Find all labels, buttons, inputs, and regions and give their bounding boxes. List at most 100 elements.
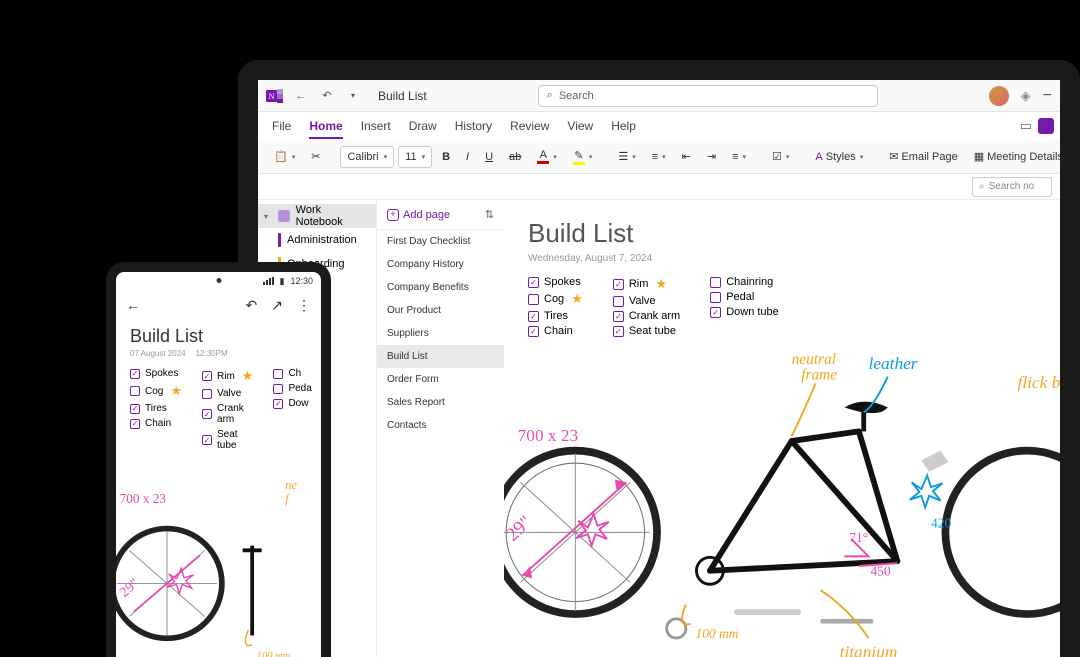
outdent-button[interactable]: ⇤ [676,145,697,169]
checkbox-icon[interactable]: ✓ [130,419,140,429]
tags-button[interactable]: ☑▾ [766,145,795,169]
checklist-item[interactable]: ✓Dow [273,398,311,409]
paste-button[interactable]: 📋▾ [268,145,301,169]
checklist-item[interactable]: Cog★ [130,383,182,399]
svg-text:N: N [269,92,275,101]
page-item[interactable]: Build List [377,345,504,368]
checkbox-icon[interactable]: ✓ [202,435,212,445]
tab-history[interactable]: History [455,119,492,133]
checklist-item[interactable]: Peda [273,383,311,394]
strikethrough-button[interactable]: ab [503,145,527,169]
align-button[interactable]: ≡▾ [726,145,752,169]
checkbox-icon[interactable] [273,384,283,394]
checkbox-icon[interactable]: ✓ [130,369,140,379]
checklist-item[interactable]: ✓Rim★ [202,368,253,384]
customize-qat[interactable]: ▾ [344,87,362,105]
search-bar[interactable]: ⌕ Search [538,85,878,107]
checklist-item[interactable]: Cog★ [528,291,583,307]
checklist-item[interactable]: ✓Tires [130,403,182,414]
format-painter-button[interactable]: ✂ [305,145,326,169]
ribbon-mode-button[interactable] [1038,118,1054,134]
tab-insert[interactable]: Insert [361,119,391,133]
checkbox-icon[interactable] [710,277,721,288]
more-button[interactable]: ⋮ [297,297,311,314]
checkbox-icon[interactable] [528,294,539,305]
styles-button[interactable]: AStyles▾ [809,145,869,169]
checklist-item[interactable]: Valve [613,295,680,307]
page-item[interactable]: Suppliers [377,322,504,345]
checkbox-icon[interactable] [202,389,212,399]
user-avatar[interactable] [989,86,1009,106]
premium-icon[interactable]: ◈ [1017,87,1035,105]
share-icon[interactable]: ▭ [1020,118,1032,134]
checklist-item[interactable]: ✓Tires [528,310,583,322]
checklist-item[interactable]: ✓Crank arm [613,310,680,322]
checkbox-icon[interactable]: ✓ [613,311,624,322]
bold-button[interactable]: B [436,145,456,169]
phone-note-title[interactable]: Build List [116,320,321,347]
minimize-button[interactable]: − [1043,87,1052,105]
italic-button[interactable]: I [460,145,475,169]
checklist-item[interactable]: Chainring [710,276,779,288]
page-item[interactable]: First Day Checklist [377,230,504,253]
font-size-select[interactable]: 11▾ [398,146,432,168]
highlight-button[interactable]: ✎▾ [567,145,599,169]
checklist-item[interactable]: ✓Rim★ [613,276,680,292]
checkbox-icon[interactable]: ✓ [202,371,212,381]
checklist-item[interactable]: ✓Chain [130,418,182,429]
note-canvas[interactable]: Build List Wednesday, August 7, 2024 ✓Sp… [504,200,1060,657]
font-family-select[interactable]: Calibri▾ [340,146,394,168]
back-button[interactable]: ← [292,87,310,105]
checkbox-icon[interactable] [273,369,283,379]
numbering-button[interactable]: ≡▾ [646,145,672,169]
undo-button[interactable]: ↶ [246,297,258,314]
sort-pages-button[interactable]: ⇅ [485,208,494,221]
checklist-item[interactable]: Valve [202,388,253,399]
tab-view[interactable]: View [567,119,593,133]
undo-button[interactable]: ↶ [318,87,336,105]
tab-draw[interactable]: Draw [409,119,437,133]
page-item[interactable]: Order Form [377,368,504,391]
section-item-administration[interactable]: Administration [258,228,376,252]
page-item[interactable]: Sales Report [377,391,504,414]
tab-file[interactable]: File [272,119,291,133]
checkbox-icon[interactable]: ✓ [613,279,624,290]
page-item[interactable]: Company Benefits [377,276,504,299]
search-notebooks-input[interactable]: ⌕Search no [972,177,1052,197]
page-item[interactable]: Contacts [377,414,504,437]
checkbox-icon[interactable] [710,292,721,303]
tab-home[interactable]: Home [309,119,342,139]
meeting-details-button[interactable]: ▦Meeting Details [968,145,1060,169]
checklist-item[interactable]: ✓Spokes [130,368,182,379]
checklist-item[interactable]: ✓Down tube [710,306,779,318]
checkbox-icon[interactable]: ✓ [202,409,212,419]
checkbox-icon[interactable]: ✓ [710,307,721,318]
share-button[interactable]: ↗ [271,297,283,314]
notebook-color-icon [278,210,290,222]
underline-button[interactable]: U [479,145,499,169]
checklist-item[interactable]: ✓Crank arm [202,403,253,425]
note-title[interactable]: Build List [528,218,1036,249]
checkbox-icon[interactable]: ✓ [130,404,140,414]
checkbox-icon[interactable]: ✓ [528,277,539,288]
bullets-button[interactable]: ☰▾ [612,145,641,169]
page-item[interactable]: Company History [377,253,504,276]
notebook-item-work[interactable]: ▾ Work Notebook [258,204,376,228]
checklist-item[interactable]: Pedal [710,291,779,303]
indent-button[interactable]: ⇥ [701,145,722,169]
tab-help[interactable]: Help [611,119,636,133]
checklist-item[interactable]: ✓Spokes [528,276,583,288]
add-page-button[interactable]: +Add page [387,209,450,221]
email-page-button[interactable]: ✉Email Page [883,145,963,169]
checkbox-icon[interactable]: ✓ [273,399,283,409]
checklist-item[interactable]: ✓Seat tube [202,429,253,451]
back-button[interactable]: ← [126,297,140,313]
page-item[interactable]: Our Product [377,299,504,322]
checklist-item[interactable]: Ch [273,368,311,379]
tab-review[interactable]: Review [510,119,549,133]
star-icon: ★ [655,276,667,292]
checkbox-icon[interactable]: ✓ [528,311,539,322]
checkbox-icon[interactable] [613,296,624,307]
checkbox-icon[interactable] [130,386,140,396]
font-color-button[interactable]: A▾ [531,145,563,169]
